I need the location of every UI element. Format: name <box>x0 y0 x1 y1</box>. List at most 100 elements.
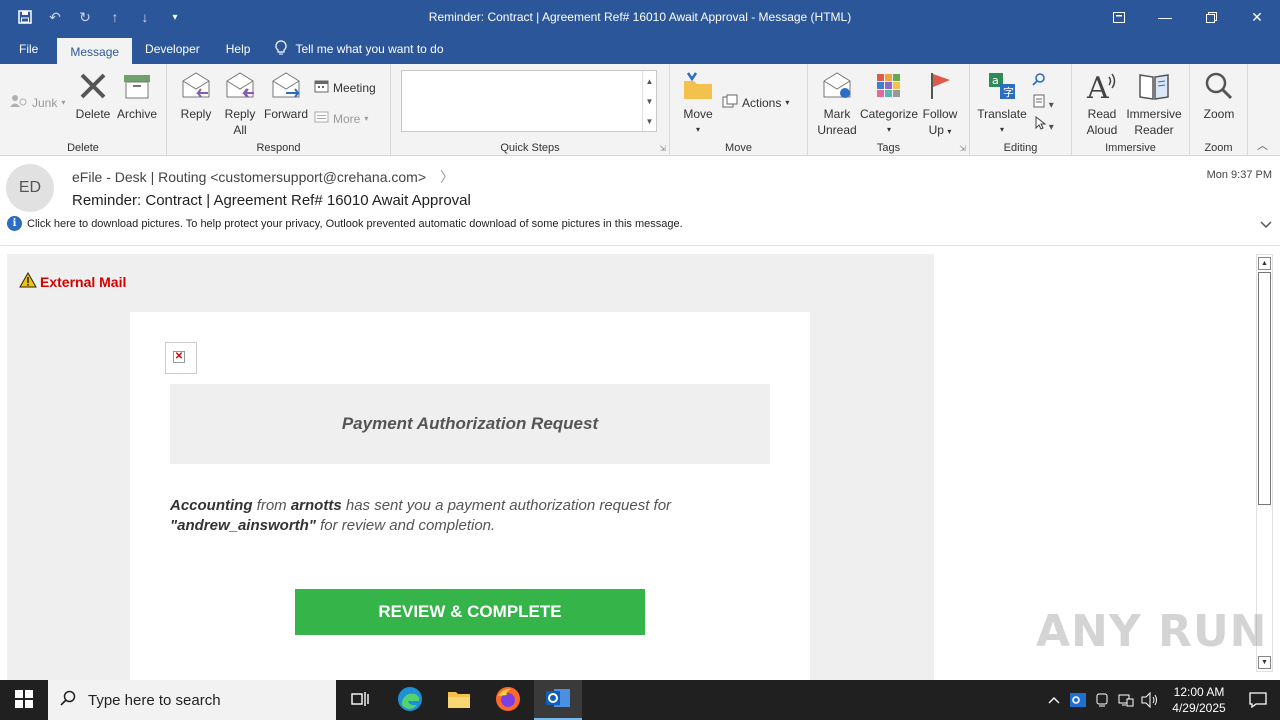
task-view-button[interactable] <box>336 680 384 720</box>
network-icon[interactable] <box>1114 680 1138 720</box>
quick-steps-gallery[interactable]: ▲ ▼ ▼ <box>401 70 657 132</box>
search-icon <box>60 690 76 710</box>
window-title: Reminder: Contract | Agreement Ref# 1601… <box>428 10 852 24</box>
delete-button[interactable]: Delete <box>74 70 112 122</box>
tags-group: Mark Unread Categorize ▾ Follow Up ▾ Tag… <box>808 64 970 156</box>
received-datetime: Mon 9:37 PM <box>1206 169 1272 181</box>
scroll-thumb[interactable] <box>1258 272 1271 505</box>
ribbon-tabs: File Message Developer Help Tell me what… <box>0 34 1280 64</box>
archive-button[interactable]: Archive <box>115 70 159 122</box>
reply-all-icon <box>224 70 256 102</box>
sender: eFile - Desk | Routing <customersupport@… <box>72 169 427 185</box>
move-button[interactable]: Move ▾ <box>680 70 716 138</box>
read-aloud-button[interactable]: A Read Aloud <box>1080 70 1124 138</box>
tab-file[interactable]: File <box>0 34 57 64</box>
select-icon[interactable]: ▾ <box>1034 115 1054 133</box>
folder-icon <box>447 689 471 712</box>
task-view-icon <box>351 691 369 710</box>
taskbar-file-explorer[interactable] <box>435 680 483 720</box>
follow-up-button[interactable]: Follow Up ▾ <box>920 70 960 140</box>
gallery-down-icon[interactable]: ▼ <box>646 97 654 106</box>
tell-me-box[interactable]: Tell me what you want to do <box>263 34 444 64</box>
ribbon-display-options-icon[interactable] <box>1096 0 1142 34</box>
title-bar: ↶ ↻ ↑ ↓ ▾ Reminder: Contract | Agreement… <box>0 0 1280 34</box>
restore-icon[interactable] <box>1188 0 1234 34</box>
translate-button[interactable]: a字 Translate ▾ <box>976 70 1028 138</box>
volume-icon[interactable] <box>1138 680 1162 720</box>
text-company: arnotts <box>290 497 342 514</box>
collapse-ribbon-icon[interactable]: ︿ <box>1257 137 1268 153</box>
email-content: External Mail ✕ Payment Authorization Re… <box>7 254 934 680</box>
external-mail-label: External Mail <box>40 273 127 290</box>
respond-group: Reply Reply All Forward Meeting More ▾ R… <box>167 64 391 156</box>
message-header: ED eFile - Desk | Routing <customersuppo… <box>0 156 1280 246</box>
scroll-up-icon[interactable]: ▲ <box>1258 257 1271 270</box>
notification-icon[interactable] <box>1236 680 1280 720</box>
read-aloud-icon: A <box>1086 70 1118 102</box>
clock[interactable]: 12:00 AM 4/29/2025 <box>1162 684 1236 716</box>
search-placeholder: Type here to search <box>88 691 221 709</box>
reply-button[interactable]: Reply <box>177 70 215 122</box>
windows-logo-icon <box>15 689 33 711</box>
mark-unread-button[interactable]: Mark Unread <box>816 70 858 138</box>
categorize-button[interactable]: Categorize ▾ <box>860 70 918 138</box>
minimize-icon[interactable]: — <box>1142 0 1188 34</box>
review-complete-button[interactable]: REVIEW & COMPLETE <box>295 589 645 635</box>
tab-help[interactable]: Help <box>213 34 264 64</box>
related-icon[interactable]: ▾ <box>1032 94 1054 111</box>
tags-group-label: Tags <box>876 142 901 154</box>
actions-icon <box>722 94 738 111</box>
quick-steps-group: ▲ ▼ ▼ Quick Steps ⇲ <box>391 64 670 156</box>
taskbar-search[interactable]: Type here to search <box>48 680 336 720</box>
device-icon[interactable] <box>1090 680 1114 720</box>
download-pictures-infobar[interactable]: i Click here to download pictures. To he… <box>7 216 683 231</box>
delete-group-label: Delete <box>67 142 99 154</box>
broken-image-icon[interactable]: ✕ <box>165 342 197 374</box>
translate-icon: a字 <box>986 70 1018 102</box>
outlook-icon <box>545 686 571 713</box>
outlook-tray-icon[interactable] <box>1066 680 1090 720</box>
scroll-down-icon[interactable]: ▼ <box>1258 656 1271 669</box>
start-button[interactable] <box>0 680 48 720</box>
zoom-button[interactable]: Zoom <box>1200 70 1238 122</box>
actions-button[interactable]: Actions ▾ <box>722 94 789 111</box>
tab-message[interactable]: Message <box>57 38 133 64</box>
sender-line[interactable]: eFile - Desk | Routing <customersupport@… <box>72 167 454 187</box>
clock-time: 12:00 AM <box>1173 685 1225 699</box>
forward-button[interactable]: Forward <box>264 70 308 122</box>
dialog-launcher-icon[interactable]: ⇲ <box>659 144 666 153</box>
gallery-up-icon[interactable]: ▲ <box>646 77 654 86</box>
delete-group: Junk ▾ Delete Archive Delete <box>0 64 167 156</box>
forward-icon <box>270 70 302 102</box>
reply-all-button[interactable]: Reply All <box>221 70 259 138</box>
immersive-reader-button[interactable]: Immersive Reader <box>1124 70 1184 138</box>
zoom-group: Zoom Zoom <box>1190 64 1248 156</box>
infobar-text: Click here to download pictures. To help… <box>27 217 683 230</box>
show-hidden-icons-icon[interactable] <box>1042 680 1066 720</box>
more-respond-button[interactable]: More ▾ <box>314 110 368 127</box>
archive-icon <box>121 70 153 102</box>
avatar[interactable]: ED <box>6 164 54 212</box>
move-group-label: Move <box>725 142 752 154</box>
find-icon[interactable] <box>1032 72 1046 89</box>
move-folder-icon <box>682 70 714 102</box>
taskbar-firefox[interactable] <box>484 680 532 720</box>
immersive-group: A Read Aloud Immersive Reader Immersive <box>1072 64 1190 156</box>
expand-header-icon[interactable] <box>1260 218 1272 232</box>
payment-heading: Payment Authorization Request <box>170 384 770 464</box>
system-tray: 12:00 AM 4/29/2025 <box>1042 680 1280 720</box>
respond-group-label: Respond <box>256 142 301 154</box>
close-icon[interactable]: ✕ <box>1234 0 1280 34</box>
more-icon <box>314 110 329 127</box>
meeting-button[interactable]: Meeting <box>314 79 376 96</box>
gallery-expand-icon[interactable]: ▼ <box>646 117 654 126</box>
taskbar-outlook[interactable] <box>534 680 582 720</box>
email-card: ✕ Payment Authorization Request Accounti… <box>130 312 810 680</box>
text-recipient: "andrew_ainsworth" <box>170 517 316 534</box>
tags-dialog-launcher-icon[interactable]: ⇲ <box>959 144 966 153</box>
junk-button[interactable]: Junk ▾ <box>10 94 65 111</box>
chevron-right-icon: 〉 <box>440 169 455 185</box>
tab-developer[interactable]: Developer <box>132 34 213 64</box>
taskbar-edge[interactable] <box>386 680 434 720</box>
delete-icon <box>77 70 109 102</box>
